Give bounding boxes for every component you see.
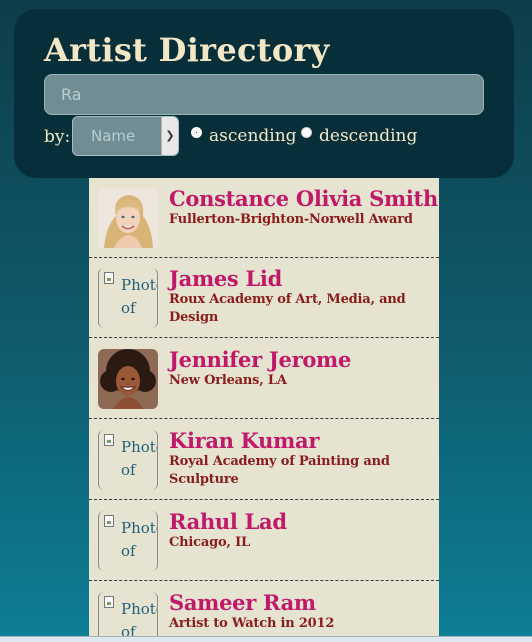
photo-alt-text: Photo of [121,438,157,479]
artist-photo-broken: Photo of [98,592,158,642]
artist-description: Roux Academy of Art, Media, and Design [169,292,406,325]
artist-photo-broken: Photo of [98,511,158,571]
artist-description: Royal Academy of Painting and Sculpture [169,454,390,487]
artist-name: Kiran Kumar [169,428,320,453]
artist-name: Sameer Ram [169,590,316,615]
list-item[interactable]: Photo of Rahul Lad Chicago, IL [89,501,439,581]
broken-image-icon [104,434,114,446]
artist-description: Artist to Watch in 2012 [169,616,335,631]
artist-photo [98,188,158,248]
artist-name: James Lid [169,266,282,291]
list-item[interactable]: Photo of Kiran Kumar Royal Academy of Pa… [89,420,439,500]
list-item[interactable]: Constance Olivia Smith Fullerton-Brighto… [89,178,439,258]
list-item[interactable]: Photo of Sameer Ram Artist to Watch in 2… [89,582,439,642]
portrait-image [98,349,158,409]
artist-photo-broken: Photo of [98,268,158,328]
taskbar [0,636,532,642]
artist-description: New Orleans, LA [169,373,287,388]
artist-name: Constance Olivia Smith [169,186,438,211]
list-item[interactable]: Jennifer Jerome New Orleans, LA [89,339,439,419]
sort-by-label: by: [44,127,71,147]
descending-label[interactable]: descending [319,126,417,146]
photo-alt-text: Photo of [121,276,157,317]
artist-list: Constance Olivia Smith Fullerton-Brighto… [89,178,439,642]
sort-by-select-value: Name [91,127,136,145]
artist-photo-broken: Photo of [98,430,158,490]
search-panel: Artist Directory Ra by: Name ❯ ascending… [14,9,514,178]
broken-image-icon [104,596,114,608]
descending-radio[interactable] [301,127,312,138]
sort-by-select[interactable]: Name ❯ [72,116,179,156]
artist-photo [98,349,158,409]
broken-image-icon [104,272,114,284]
artist-description: Fullerton-Brighton-Norwell Award [169,212,413,227]
ascending-radio[interactable] [191,127,202,138]
portrait-image [98,188,158,248]
photo-alt-text: Photo of [121,519,157,560]
chevron-down-icon: ❯ [161,117,178,155]
artist-description: Chicago, IL [169,535,250,550]
search-input[interactable]: Ra [44,74,484,115]
ascending-label[interactable]: ascending [209,126,297,146]
artist-name: Jennifer Jerome [169,347,352,372]
broken-image-icon [104,515,114,527]
page-title: Artist Directory [44,31,330,69]
artist-name: Rahul Lad [169,509,287,534]
list-item[interactable]: Photo of James Lid Roux Academy of Art, … [89,258,439,338]
